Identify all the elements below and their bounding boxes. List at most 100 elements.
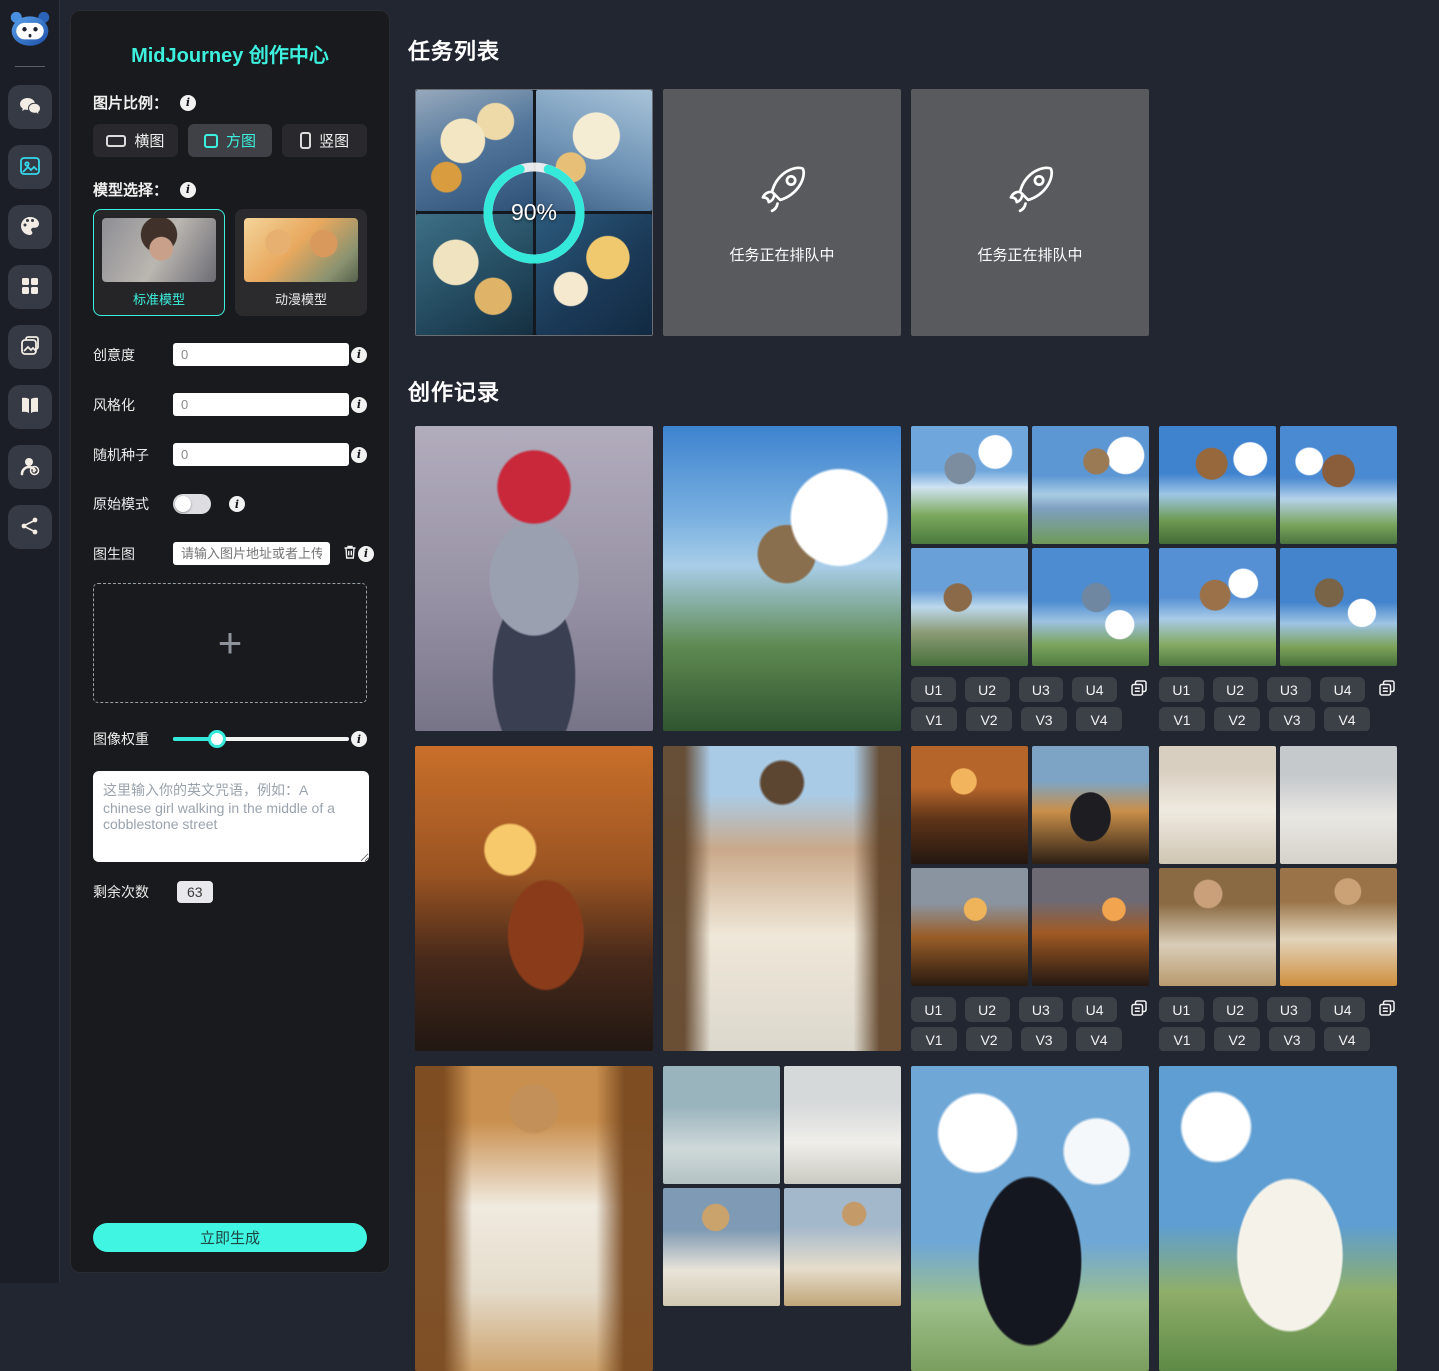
upscale-button-u2[interactable]: U2 [965,677,1010,702]
image-weight-slider[interactable] [173,730,349,748]
upscale-button-u3[interactable]: U3 [1019,677,1064,702]
variation-button-v3[interactable]: V3 [1021,707,1067,731]
sidebar-item-account[interactable] [8,445,52,489]
runway-d-image[interactable] [784,1188,901,1306]
fashion-b-image[interactable] [1280,746,1397,864]
upscale-button-u2[interactable]: U2 [965,997,1010,1022]
sidebar-item-docs[interactable] [8,385,52,429]
record-cell-quad: U1 U2 U3 U4 V1 V2 V3 V4 [911,746,1149,1051]
apps-grid-icon [18,274,42,301]
variation-button-v4[interactable]: V4 [1324,707,1370,731]
seed-input[interactable] [173,443,349,466]
upscale-button-u4[interactable]: U4 [1320,997,1365,1022]
generate-button[interactable]: 立即生成 [93,1223,367,1252]
records-grid: U1 U2 U3 U4 V1 V2 V3 V4 U1 U2 U3 U4 V1 V2 V3 V4 U1 U2 U3… [415,426,1408,1371]
fashion-girl-image[interactable] [415,1066,653,1371]
moto-c-image[interactable] [911,868,1028,986]
moto-b-image[interactable] [1032,746,1149,864]
moto-d-image[interactable] [1032,868,1149,986]
creativity-input[interactable] [173,343,349,366]
prompt-textarea[interactable] [93,771,369,862]
variation-button-v2[interactable]: V2 [966,1027,1012,1051]
castle-e-image[interactable] [1159,426,1276,544]
castle-c-image[interactable] [911,548,1028,666]
variation-button-v4[interactable]: V4 [1076,1027,1122,1051]
fashion-a-image[interactable] [1159,746,1276,864]
fashion-c-image[interactable] [1159,868,1276,986]
upscale-button-u1[interactable]: U1 [911,677,956,702]
upscale-button-u2[interactable]: U2 [1213,677,1258,702]
variation-button-v2[interactable]: V2 [966,707,1012,731]
moto-sunset-image[interactable] [415,746,653,1051]
upscale-button-u3[interactable]: U3 [1267,997,1312,1022]
aspect-section-label: 图片比例： [93,92,168,113]
record-cell-single [911,1066,1149,1371]
sidebar-item-image-active[interactable] [8,145,52,189]
variation-button-v2[interactable]: V2 [1214,1027,1260,1051]
img2img-url-input[interactable] [173,542,330,565]
upscale-button-u1[interactable]: U1 [911,997,956,1022]
sidebar-item-gallery[interactable] [8,325,52,369]
model-card-anime[interactable]: 动漫模型 [235,209,367,316]
castle-d-image[interactable] [1032,548,1149,666]
runway-b-image[interactable] [784,1066,901,1184]
record-cell-single [663,746,901,1051]
castle-h-image[interactable] [1280,548,1397,666]
variation-button-v1[interactable]: V1 [911,1027,957,1051]
variation-button-v1[interactable]: V1 [911,707,957,731]
upscale-button-u4[interactable]: U4 [1072,677,1117,702]
record-cell-quad: U1 U2 U3 U4 V1 V2 V3 V4 [1159,746,1397,1051]
castle-a-image[interactable] [911,426,1028,544]
raw-mode-toggle[interactable] [173,494,211,514]
upscale-button-u3[interactable]: U3 [1019,997,1064,1022]
aspect-landscape-button[interactable]: 横图 [93,124,178,157]
sidebar-item-chat[interactable] [8,85,52,129]
variation-button-v2[interactable]: V2 [1214,707,1260,731]
runway-a-image[interactable] [663,1066,780,1184]
fashion-d-image[interactable] [1280,868,1397,986]
record-cell-single [415,746,653,1051]
variation-button-v1[interactable]: V1 [1159,1027,1205,1051]
white-cat-image[interactable] [1159,1066,1397,1371]
castle-b-image[interactable] [1032,426,1149,544]
castle-large-image[interactable] [663,426,901,731]
runway-c-image[interactable] [663,1188,780,1306]
upscale-button-u4[interactable]: U4 [1320,677,1365,702]
image-upload-dropzone[interactable]: + [93,583,367,703]
plus-icon: + [218,622,243,664]
sidebar-item-style[interactable] [8,205,52,249]
variation-button-v1[interactable]: V1 [1159,707,1205,731]
spiderman-image[interactable] [415,426,653,731]
black-cat-image[interactable] [911,1066,1149,1371]
variation-button-v4[interactable]: V4 [1324,1027,1370,1051]
task-tile-progress[interactable]: 90% [415,89,653,336]
upscale-button-u1[interactable]: U1 [1159,997,1204,1022]
aspect-portrait-button[interactable]: 竖图 [282,124,367,157]
castle-f-image[interactable] [1280,426,1397,544]
copy-prompt-button[interactable] [1129,998,1149,1021]
record-cell-single [415,1066,653,1371]
info-icon: i [229,496,245,512]
variation-button-v3[interactable]: V3 [1021,1027,1067,1051]
upscale-button-u3[interactable]: U3 [1267,677,1312,702]
upscale-button-u1[interactable]: U1 [1159,677,1204,702]
aspect-square-button[interactable]: 方图 [188,124,273,157]
stylize-input[interactable] [173,393,349,416]
variation-button-v3[interactable]: V3 [1269,1027,1315,1051]
castle-g-image[interactable] [1159,548,1276,666]
sidebar-item-share[interactable] [8,505,52,549]
copy-prompt-button[interactable] [1129,678,1149,701]
moto-a-image[interactable] [911,746,1028,864]
upscale-button-u4[interactable]: U4 [1072,997,1117,1022]
sidebar-item-apps[interactable] [8,265,52,309]
copy-prompt-button[interactable] [1377,678,1397,701]
model-card-standard[interactable]: 标准模型 [93,209,225,316]
variation-button-v3[interactable]: V3 [1269,707,1315,731]
upscale-button-u2[interactable]: U2 [1213,997,1258,1022]
slider-thumb[interactable] [208,730,226,748]
copy-prompt-button[interactable] [1377,998,1397,1021]
variation-button-v4[interactable]: V4 [1076,707,1122,731]
fashion-model-image[interactable] [663,746,901,1051]
clear-image-button[interactable] [342,544,358,563]
panda-robot-logo[interactable] [8,10,52,50]
